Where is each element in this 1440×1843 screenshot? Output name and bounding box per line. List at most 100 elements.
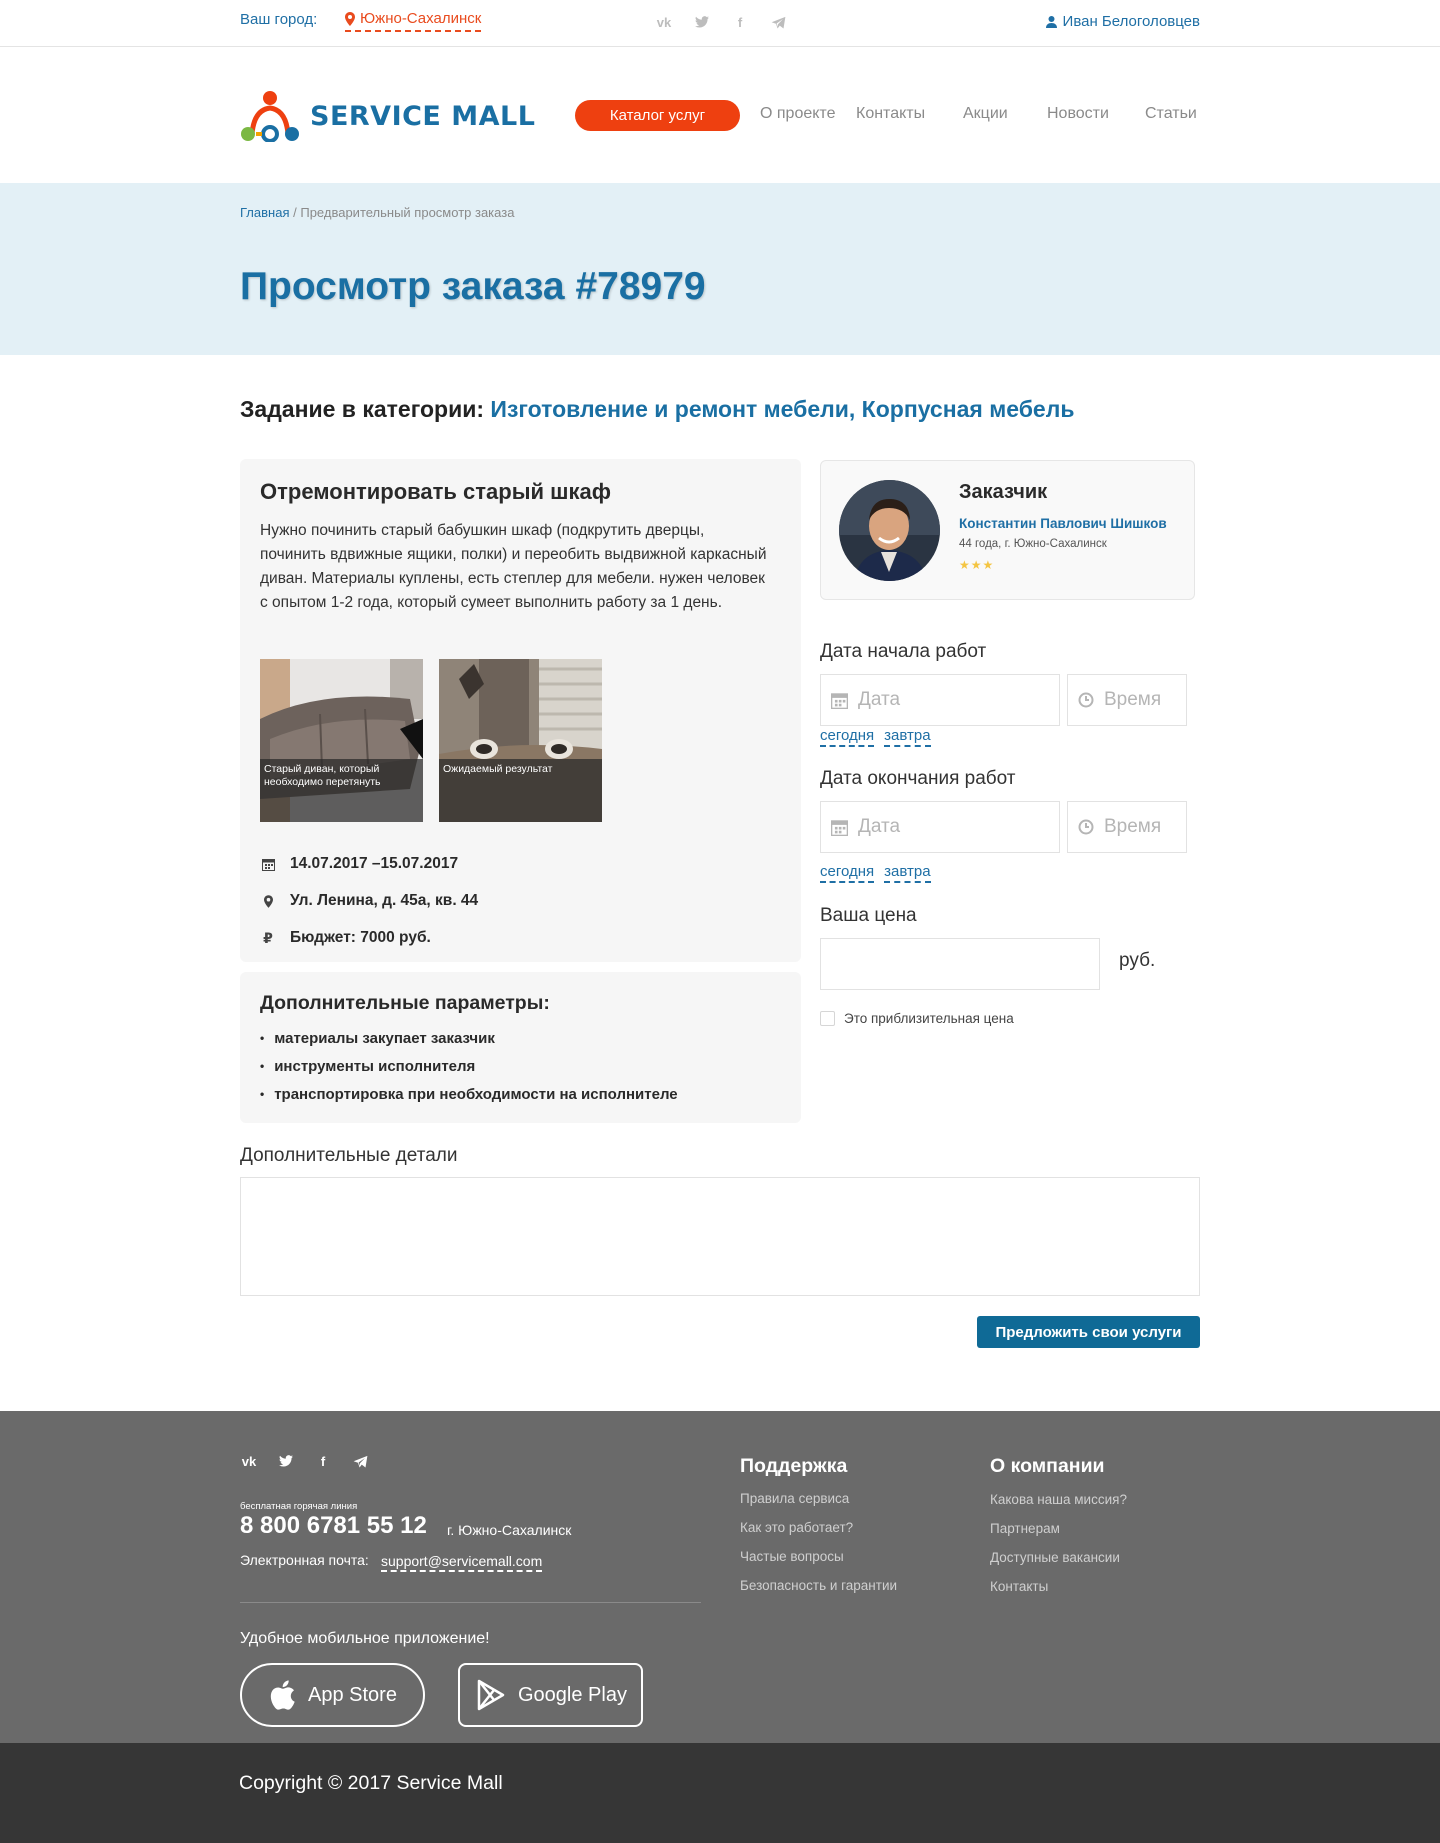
task-address: Ул. Ленина, д. 45а, кв. 44 <box>260 892 478 910</box>
start-tomorrow-link[interactable]: завтра <box>884 727 931 747</box>
task-photo-expected-result[interactable]: Ожидаемый результат <box>439 659 602 822</box>
customer-info: 44 года, г. Южно-Сахалинск <box>959 538 1107 550</box>
vk-icon[interactable]: vk <box>240 1453 258 1469</box>
photo-caption: Старый диван, который необходимо перетян… <box>264 763 381 788</box>
clock-icon <box>1078 819 1094 835</box>
apple-icon <box>270 1680 295 1710</box>
task-dates-value: 14.07.2017 –15.07.2017 <box>290 855 459 872</box>
nav-articles[interactable]: Статьи <box>1145 105 1197 123</box>
nav-news[interactable]: Новости <box>1047 105 1109 123</box>
nav-about[interactable]: О проекте <box>760 105 835 123</box>
clock-icon <box>1078 692 1094 708</box>
footer-social-links: vk f <box>240 1453 369 1469</box>
photo-caption: Ожидаемый результат <box>443 763 553 775</box>
calendar-icon <box>831 819 848 836</box>
nav-promotions[interactable]: Акции <box>963 105 1008 123</box>
logo[interactable]: SERVICE MALL <box>240 90 535 142</box>
end-time-field[interactable]: Время <box>1067 801 1187 853</box>
company-link-vacancies[interactable]: Доступные вакансии <box>990 1550 1120 1565</box>
logo-icon <box>241 91 299 142</box>
map-pin-icon <box>260 894 276 908</box>
facebook-icon[interactable]: f <box>314 1453 332 1469</box>
twitter-icon[interactable] <box>693 14 711 30</box>
user-icon <box>1045 15 1057 28</box>
task-dates: 14.07.2017 –15.07.2017 <box>260 855 458 873</box>
google-play-button[interactable]: Google Play <box>458 1663 643 1727</box>
app-store-label: App Store <box>308 1683 397 1706</box>
task-photo-old-sofa[interactable]: Старый диван, который необходимо перетян… <box>260 659 423 822</box>
footer-city: г. Южно-Сахалинск <box>447 1522 572 1538</box>
top-bar: Ваш город: Южно-Сахалинск vk f Иван Бело… <box>0 0 1440 47</box>
facebook-icon[interactable]: f <box>731 14 749 30</box>
task-description: Нужно починить старый бабушкин шкаф (под… <box>260 522 767 611</box>
end-today-link[interactable]: сегодня <box>820 863 875 883</box>
telegram-icon[interactable] <box>351 1453 369 1469</box>
company-link-mission[interactable]: Какова наша миссия? <box>990 1492 1127 1507</box>
avatar <box>839 480 940 581</box>
support-link-how-it-works[interactable]: Как это работает? <box>740 1520 853 1535</box>
ruble-icon: ₽ <box>263 929 273 946</box>
support-link-rules[interactable]: Правила сервиса <box>740 1491 849 1506</box>
catalog-button[interactable]: Каталог услуг <box>575 100 740 131</box>
support-link-faq[interactable]: Частые вопросы <box>740 1549 844 1564</box>
calendar-icon <box>260 858 276 871</box>
start-date-placeholder: Дата <box>858 689 901 710</box>
currency-label: руб. <box>1119 950 1156 971</box>
price-label: Ваша цена <box>820 905 917 926</box>
twitter-icon[interactable] <box>277 1453 295 1469</box>
breadcrumb: Главная / Предварительный просмотр заказ… <box>240 205 514 220</box>
social-links: vk f <box>655 14 787 30</box>
details-label: Дополнительные детали <box>240 1145 458 1166</box>
hotline-label: бесплатная горячая линия <box>240 1501 358 1512</box>
page-banner: Главная / Предварительный просмотр заказ… <box>0 183 1440 355</box>
approx-price-checkbox[interactable]: Это приблизительная цена <box>820 1011 1014 1026</box>
nav-contacts[interactable]: Контакты <box>856 105 925 123</box>
user-profile-link[interactable]: Иван Белоголовцев <box>1045 13 1200 30</box>
list-item: материалы закупает заказчик <box>260 1024 678 1052</box>
checkbox[interactable] <box>820 1011 835 1026</box>
google-play-icon <box>477 1679 505 1711</box>
list-item: инструменты исполнителя <box>260 1052 678 1080</box>
telegram-icon[interactable] <box>769 14 787 30</box>
support-link-safety[interactable]: Безопасность и гарантии <box>740 1578 897 1593</box>
start-today-link[interactable]: сегодня <box>820 727 875 747</box>
company-link-contacts[interactable]: Контакты <box>990 1579 1048 1594</box>
vk-icon[interactable]: vk <box>655 14 673 30</box>
task-address-value: Ул. Ленина, д. 45а, кв. 44 <box>290 892 479 909</box>
end-time-placeholder: Время <box>1104 816 1162 837</box>
category-link[interactable]: Изготовление и ремонт мебели, Корпусная … <box>490 396 1074 422</box>
footer: vk f бесплатная горячая линия 8 800 6781… <box>0 1411 1440 1743</box>
params-card: Дополнительные параметры: материалы заку… <box>240 972 801 1123</box>
logo-text: SERVICE MALL <box>310 100 536 132</box>
breadcrumb-home[interactable]: Главная <box>240 205 289 220</box>
city-selector[interactable]: Южно-Сахалинск <box>345 10 482 32</box>
start-time-field[interactable]: Время <box>1067 674 1187 726</box>
divider <box>240 1602 701 1603</box>
offer-services-button[interactable]: Предложить свои услуги <box>977 1316 1200 1348</box>
page-title: Просмотр заказа #78979 <box>240 265 706 308</box>
city-label: Ваш город: <box>240 11 318 28</box>
end-date-label: Дата окончания работ <box>820 768 1016 789</box>
start-date-label: Дата начала работ <box>820 641 987 662</box>
details-textarea[interactable] <box>240 1177 1200 1296</box>
hotline-phone[interactable]: 8 800 6781 55 12 <box>240 1512 427 1540</box>
price-input[interactable] <box>820 938 1100 990</box>
start-time-placeholder: Время <box>1104 689 1162 710</box>
app-label: Удобное мобильное приложение! <box>240 1630 490 1647</box>
end-tomorrow-link[interactable]: завтра <box>884 863 931 883</box>
support-email-link[interactable]: support@servicemall.com <box>381 1552 543 1572</box>
end-date-placeholder: Дата <box>858 816 901 837</box>
customer-name-link[interactable]: Константин Павлович Шишков <box>959 516 1167 531</box>
start-date-field[interactable]: Дата <box>820 674 1060 726</box>
category-label: Задание в категории: <box>240 396 485 422</box>
approx-price-label: Это приблизительная цена <box>844 1011 1014 1026</box>
end-date-field[interactable]: Дата <box>820 801 1060 853</box>
start-quick-dates: сегодня завтра <box>820 727 931 747</box>
city-name: Южно-Сахалинск <box>360 10 482 27</box>
copyright-text: Copyright © 2017 Service Mall <box>239 1772 503 1794</box>
company-link-partners[interactable]: Партнерам <box>990 1521 1060 1536</box>
task-title: Отремонтировать старый шкаф <box>260 479 611 504</box>
params-title: Дополнительные параметры: <box>260 992 550 1014</box>
app-store-button[interactable]: App Store <box>240 1663 425 1727</box>
google-play-label: Google Play <box>518 1683 627 1706</box>
